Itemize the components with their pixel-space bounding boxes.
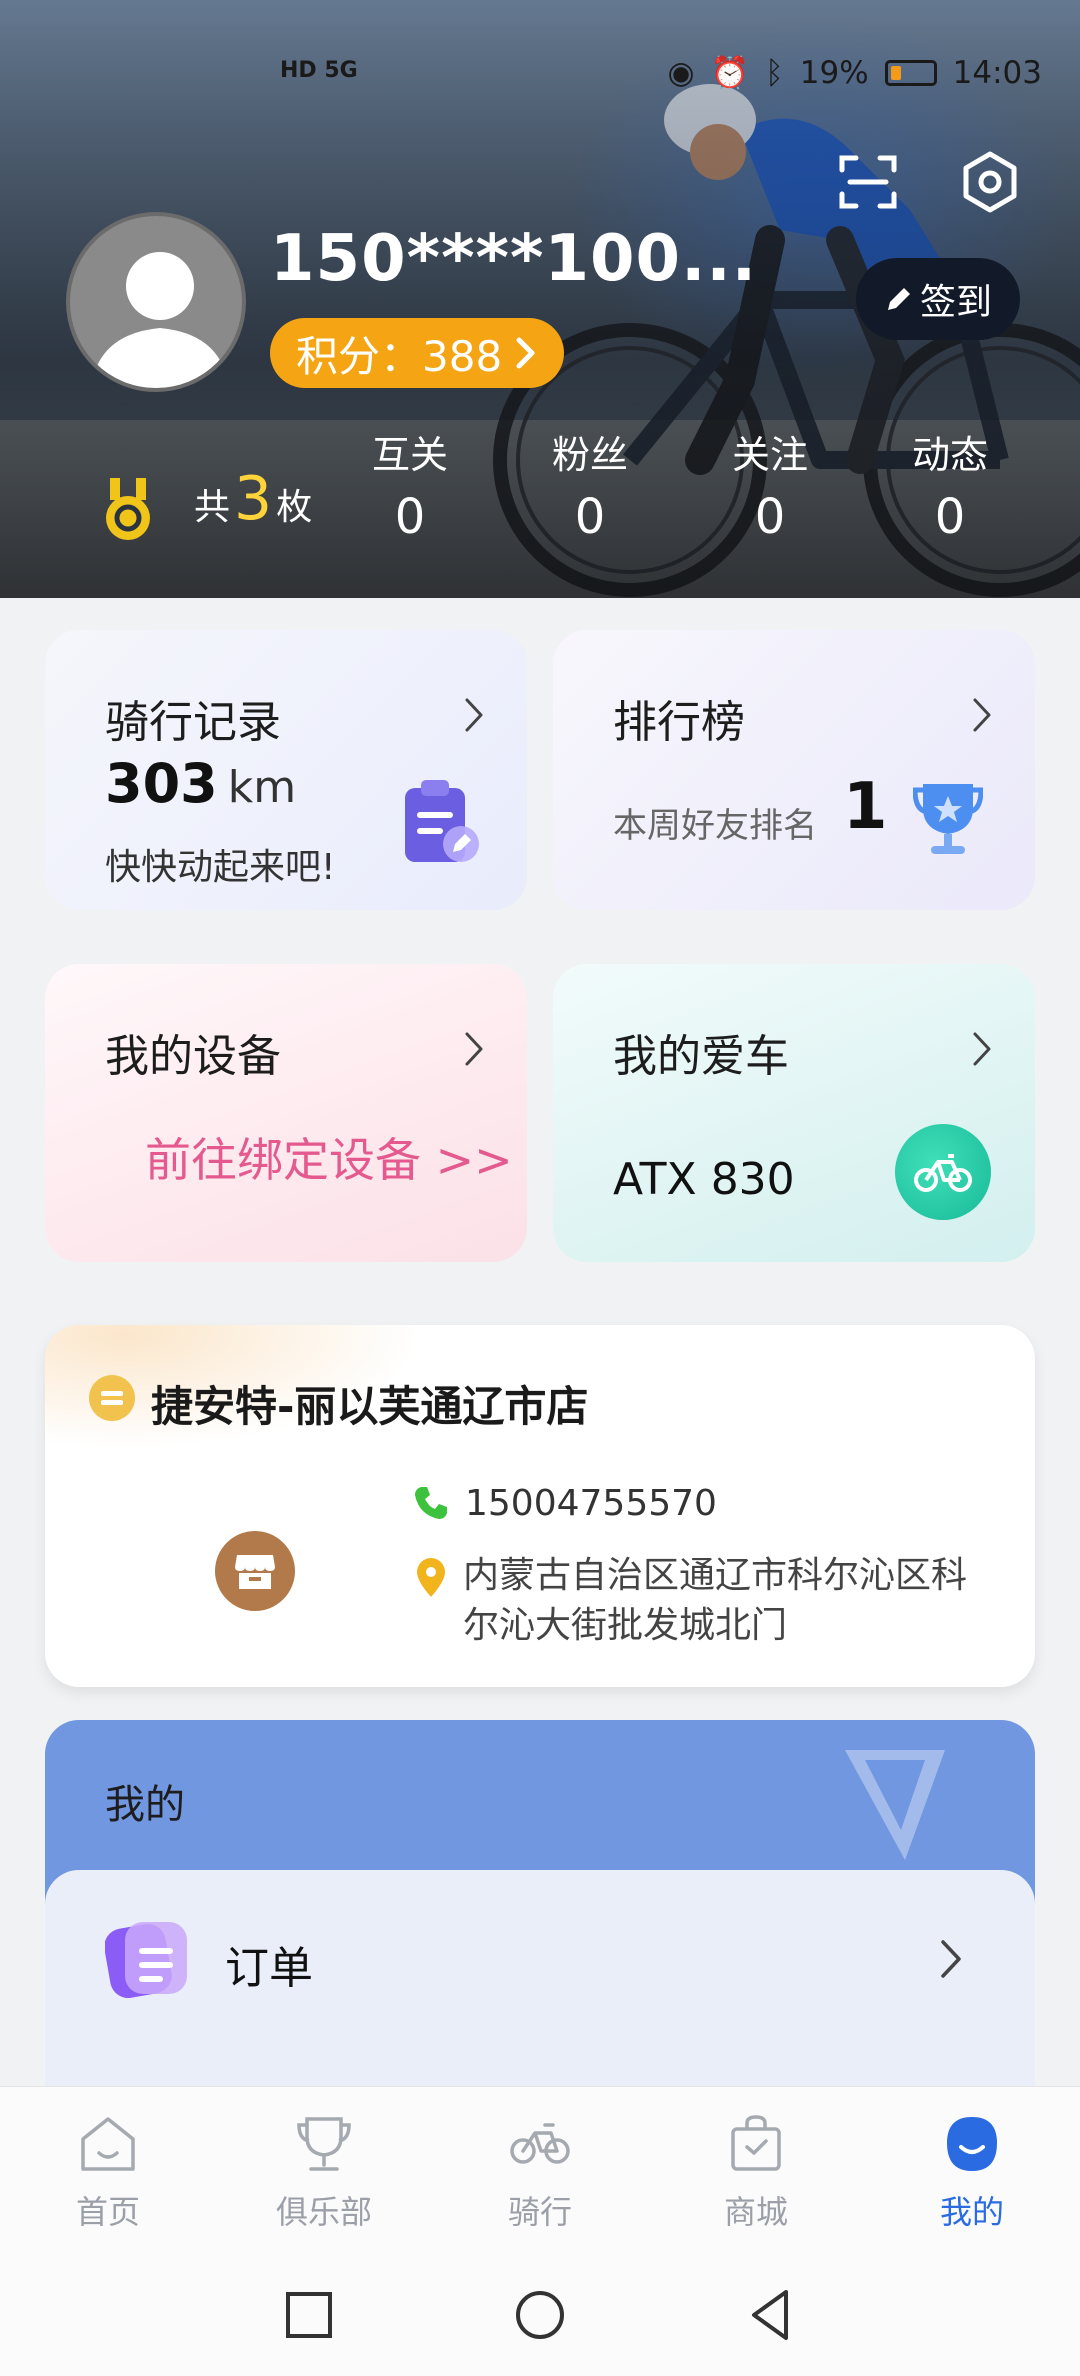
mine-menu-list: 订单 — [45, 1870, 1035, 2100]
tab-mall[interactable]: 商城 — [666, 2111, 846, 2233]
store-phone[interactable]: 15004755570 — [465, 1483, 717, 1524]
store-badge-icon — [89, 1375, 135, 1421]
battery-icon — [884, 59, 937, 86]
tab-club[interactable]: 俱乐部 — [234, 2111, 414, 2233]
phone-icon[interactable] — [413, 1485, 449, 1521]
chevron-right-icon — [516, 337, 535, 369]
chevron-right-icon — [973, 1032, 991, 1066]
ride-distance: 303 km — [105, 752, 297, 815]
battery-percent: 19% — [799, 54, 869, 91]
store-logo-icon — [215, 1531, 295, 1611]
tab-mine[interactable]: 我的 — [882, 2111, 1062, 2233]
my-bike-title: 我的爱车 — [613, 1031, 789, 1082]
scan-icon[interactable] — [836, 150, 900, 214]
orders-label: 订单 — [225, 1943, 313, 1994]
chevron-right-icon — [465, 698, 483, 732]
username: 150****100... — [270, 222, 757, 296]
ranking-subtitle: 本周好友排名 — [613, 806, 817, 846]
ranking-card[interactable]: 排行榜 本周好友排名 1 — [553, 630, 1035, 910]
ranking-number: 1 — [843, 770, 888, 844]
bike-name: ATX 830 — [613, 1154, 795, 1205]
tab-ride[interactable]: 骑行 — [450, 2111, 630, 2233]
home-icon — [81, 2117, 135, 2171]
stat-mutual[interactable]: 互关 0 — [320, 424, 500, 545]
clipboard-icon — [405, 780, 479, 862]
my-devices-title: 我的设备 — [105, 1031, 281, 1082]
store-address[interactable]: 内蒙古自治区通辽市科尔沁区科尔沁大街批发城北门 — [463, 1551, 983, 1651]
medal-count-number: 3 — [234, 464, 273, 534]
order-icon — [105, 1922, 187, 1998]
ranking-title: 排行榜 — [613, 697, 745, 748]
checkin-button[interactable]: 签到 — [856, 258, 1020, 340]
home-button-icon[interactable] — [507, 2282, 573, 2348]
avatar-placeholder-icon — [90, 252, 230, 388]
my-devices-card[interactable]: 我的设备 前往绑定设备 >> — [45, 964, 527, 1262]
store-name: 捷安特-丽以芙通辽市店 — [151, 1382, 589, 1431]
eye-icon: ◉ — [667, 54, 695, 91]
trophy-icon — [913, 784, 983, 854]
system-navigation-bar — [0, 2258, 1080, 2376]
mine-section: 我的 订单 — [45, 1720, 1035, 2100]
profile-icon — [947, 2117, 997, 2171]
menu-item-orders[interactable]: 订单 — [45, 1870, 1035, 2050]
alarm-icon: ⏰ — [710, 55, 750, 91]
stat-posts[interactable]: 动态 0 — [860, 424, 1040, 545]
ride-record-card[interactable]: 骑行记录 303 km 快快动起来吧! — [45, 630, 527, 910]
bluetooth-icon: ᛒ — [765, 54, 784, 91]
settings-icon[interactable] — [958, 150, 1022, 214]
ride-record-title: 骑行记录 — [105, 697, 281, 748]
chevron-right-icon — [973, 698, 991, 732]
social-stats: 互关 0 粉丝 0 关注 0 动态 0 — [320, 424, 1040, 545]
store-card[interactable]: 捷安特-丽以芙通辽市店 15004755570 内蒙古自治区通辽市科尔沁区科尔沁… — [45, 1325, 1035, 1687]
pencil-icon — [887, 288, 910, 310]
location-pin-icon — [417, 1558, 445, 1597]
brand-logo-icon — [845, 1750, 945, 1860]
points-badge[interactable]: 积分：388 — [270, 318, 565, 388]
recent-apps-icon[interactable] — [276, 2282, 342, 2348]
chevron-right-icon — [465, 1032, 483, 1066]
trophy-icon — [297, 2117, 351, 2171]
network-indicator: HD 5G — [280, 58, 358, 83]
bind-device-link[interactable]: 前往绑定设备 >> — [145, 1124, 513, 1190]
avatar[interactable] — [66, 212, 246, 392]
chevron-right-icon — [941, 1940, 961, 1978]
clock: 14:03 — [952, 54, 1042, 91]
checkin-label: 签到 — [919, 282, 992, 323]
my-bike-card[interactable]: 我的爱车 ATX 830 — [553, 964, 1035, 1262]
medal-icon[interactable] — [100, 478, 156, 542]
shopping-bag-icon — [731, 2115, 781, 2171]
back-icon[interactable] — [738, 2282, 804, 2348]
tab-home[interactable]: 首页 — [18, 2111, 198, 2233]
ride-record-subtitle: 快快动起来吧! — [105, 847, 336, 888]
mine-title: 我的 — [105, 1782, 185, 1828]
stat-following[interactable]: 关注 0 — [680, 424, 860, 545]
bicycle-icon — [895, 1124, 991, 1220]
bicycle-icon — [510, 2123, 570, 2164]
ride-distance-unit: km — [227, 762, 297, 813]
points-label: 积分：388 — [296, 331, 503, 381]
bottom-tab-bar: 首页 俱乐部 骑行 商城 我的 — [0, 2086, 1080, 2258]
status-bar: HD 5G ◉ ⏰ ᛒ 19% 14:03 — [0, 54, 1080, 100]
stat-followers[interactable]: 粉丝 0 — [500, 424, 680, 545]
medal-count[interactable]: 共 3 枚 — [194, 464, 312, 534]
